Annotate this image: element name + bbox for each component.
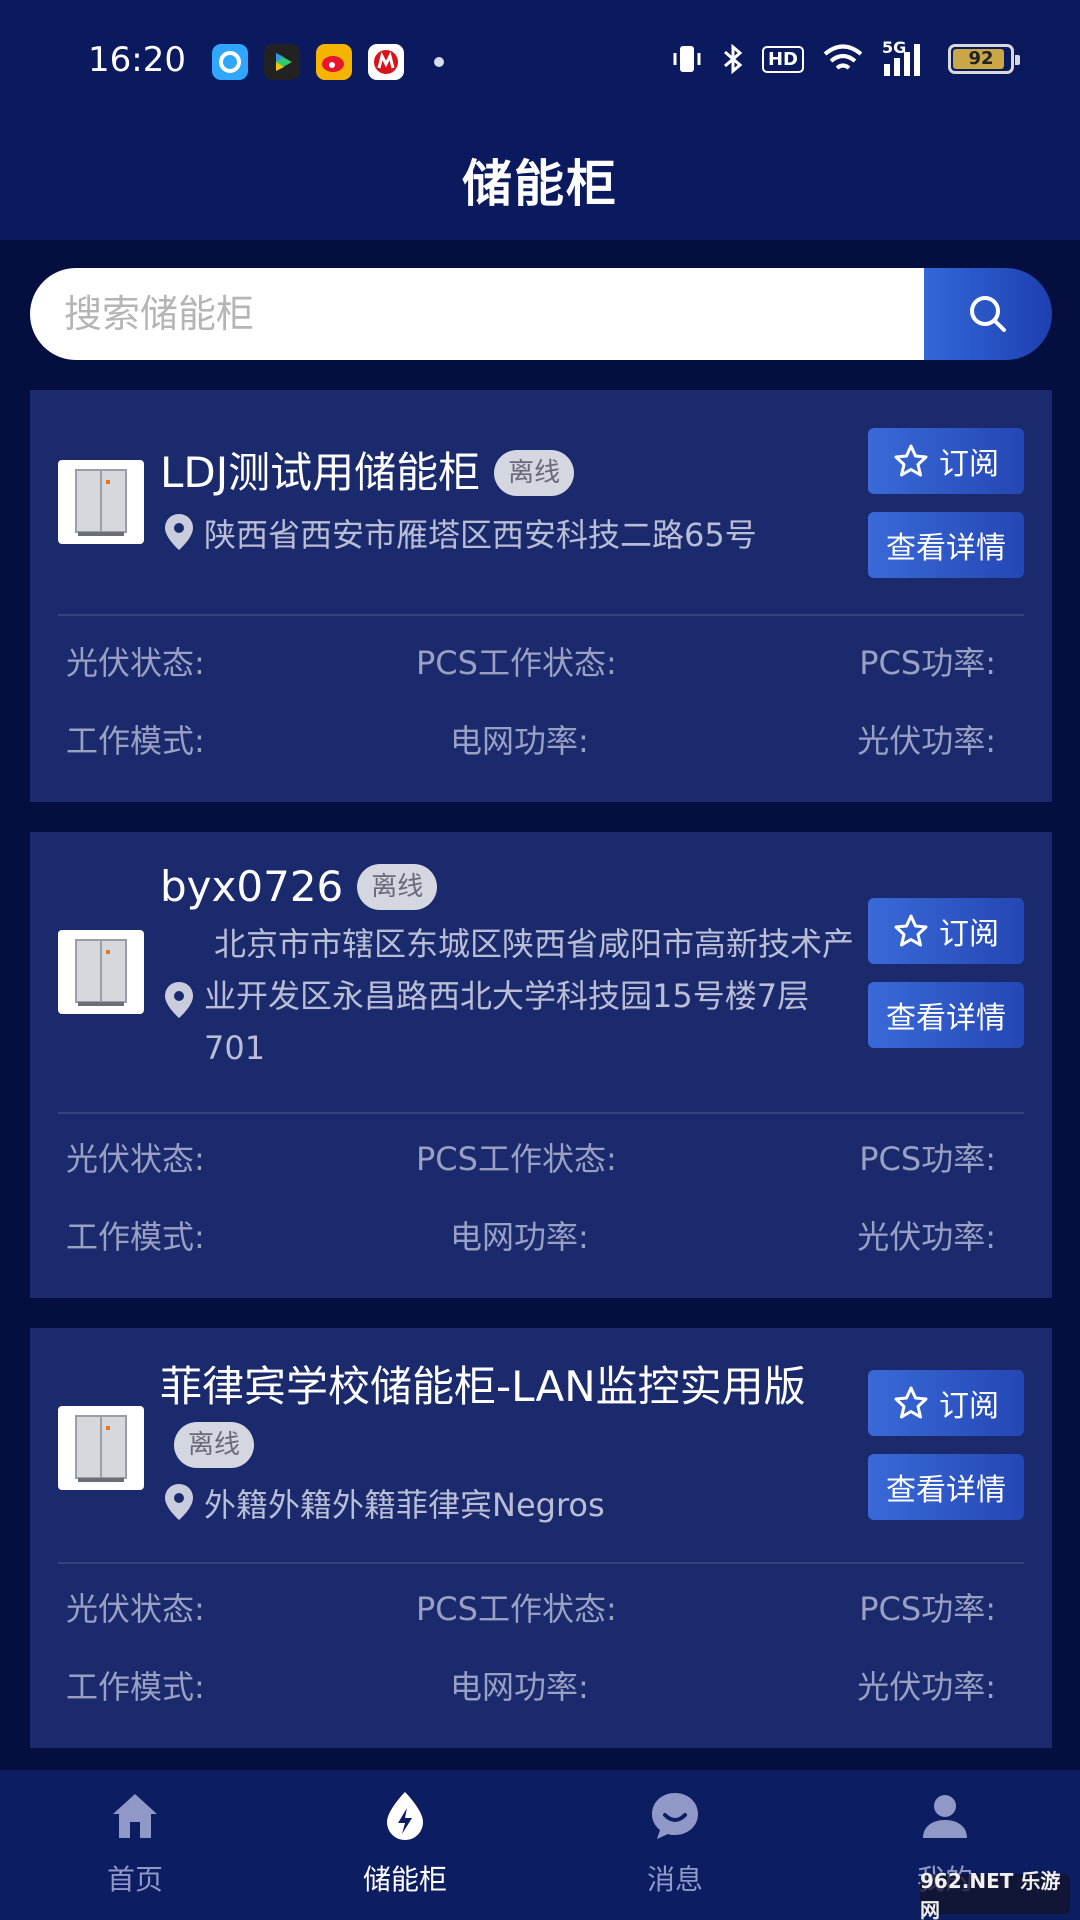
location-pin-icon <box>165 1484 193 1520</box>
cabinet-address: 陕西省西安市雁塔区西安科技二路65号 <box>204 516 757 554</box>
address-row: 北京市市辖区东城区陕西省咸阳市高新技术产业开发区永昌路西北大学科技园15号楼7层… <box>162 918 854 1074</box>
pcs-power-label: PCS功率: <box>859 644 996 682</box>
star-icon <box>894 444 928 477</box>
cabinet-name: byx0726 <box>160 862 344 911</box>
work-mode-label: 工作模式: <box>66 722 205 760</box>
cabinet-name: LDJ测试用储能柜 <box>160 448 481 497</box>
pv-power-label: 光伏功率: <box>857 1218 996 1256</box>
cabinet-name-row: LDJ测试用储能柜 离线 <box>160 444 840 502</box>
wifi-icon <box>823 44 863 70</box>
status-badge: 离线 <box>494 449 575 496</box>
star-icon <box>894 1386 928 1419</box>
cabinet-name-row: 菲律宾学校储能柜-LAN监控实用版离线 <box>160 1358 840 1474</box>
cabinet-image-icon <box>75 1415 127 1482</box>
subscribe-button[interactable]: 订阅 <box>868 1370 1024 1436</box>
cellular-signal-icon: 5G <box>882 38 930 76</box>
card-divider <box>58 1562 1024 1564</box>
bank-icon <box>368 44 404 80</box>
nav-item-energy-cabinet[interactable]: 储能柜 <box>270 1770 540 1920</box>
address-row: 陕西省西安市雁塔区西安科技二路65号 <box>162 512 844 558</box>
pv-power-label: 光伏功率: <box>857 722 996 760</box>
home-icon <box>113 1794 157 1838</box>
more-notifications-dot <box>434 57 444 67</box>
subscribe-label: 订阅 <box>939 1389 999 1424</box>
view-details-label: 查看详情 <box>886 1001 1006 1036</box>
grid-power-label: 电网功率: <box>450 1218 589 1256</box>
work-mode-label: 工作模式: <box>66 1668 205 1706</box>
view-details-button[interactable]: 查看详情 <box>868 512 1024 578</box>
location-pin-icon <box>165 514 193 550</box>
weibo-icon <box>316 44 352 80</box>
work-mode-label: 工作模式: <box>66 1218 205 1256</box>
cabinet-card[interactable]: 菲律宾学校储能柜-LAN监控实用版离线 外籍外籍外籍菲律宾Negros 订阅 查… <box>30 1328 1052 1748</box>
page-title: 储能柜 <box>462 155 618 213</box>
grid-power-label: 电网功率: <box>450 722 589 760</box>
pcs-power-label: PCS功率: <box>859 1590 996 1628</box>
pv-status-label: 光伏状态: <box>66 1590 205 1628</box>
view-details-button[interactable]: 查看详情 <box>868 982 1024 1048</box>
hd-icon: HD <box>761 45 804 73</box>
subscribe-label: 订阅 <box>939 447 999 482</box>
video-icon <box>264 44 300 80</box>
pv-status-label: 光伏状态: <box>66 1140 205 1178</box>
address-row: 外籍外籍外籍菲律宾Negros <box>162 1482 844 1528</box>
cabinet-address: 北京市市辖区东城区陕西省咸阳市高新技术产业开发区永昌路西北大学科技园15号楼7层… <box>204 925 855 1067</box>
search-input[interactable] <box>30 268 924 360</box>
cabinet-name-row: byx0726 离线 <box>160 858 840 916</box>
battery-level: 92 <box>968 48 994 69</box>
nav-label: 储能柜 <box>362 1863 447 1896</box>
bluetooth-icon <box>724 43 743 75</box>
grid-power-label: 电网功率: <box>450 1668 589 1706</box>
view-details-button[interactable]: 查看详情 <box>868 1454 1024 1520</box>
vibrate-icon <box>673 46 701 72</box>
pv-power-label: 光伏功率: <box>857 1668 996 1706</box>
status-badge: 离线 <box>174 1421 255 1468</box>
pv-status-label: 光伏状态: <box>66 644 205 682</box>
search-icon <box>970 296 1006 332</box>
location-pin-icon <box>165 982 193 1018</box>
watermark: 962.NET 乐游网 <box>920 1869 1070 1920</box>
card-divider <box>58 1112 1024 1114</box>
cabinet-thumbnail <box>58 1406 144 1490</box>
card-divider <box>58 614 1024 616</box>
nav-label: 消息 <box>646 1863 703 1896</box>
star-icon <box>894 914 928 947</box>
nav-label: 首页 <box>106 1863 163 1896</box>
pcs-status-label: PCS工作状态: <box>416 1140 617 1178</box>
status-badge: 离线 <box>357 863 438 910</box>
cabinet-thumbnail <box>58 930 144 1014</box>
cabinet-image-icon <box>75 939 127 1006</box>
pcs-power-label: PCS功率: <box>859 1140 996 1178</box>
cabinet-name: 菲律宾学校储能柜-LAN监控实用版 <box>160 1362 806 1411</box>
cabinet-card[interactable]: byx0726 离线 北京市市辖区东城区陕西省咸阳市高新技术产业开发区永昌路西北大… <box>30 832 1052 1298</box>
pcs-status-label: PCS工作状态: <box>416 644 617 682</box>
search-button[interactable] <box>924 268 1052 360</box>
status-bar: 16:20 HD 5G 92 <box>0 0 1080 120</box>
battery-icon: 92 <box>948 44 1020 74</box>
nav-item-home[interactable]: 首页 <box>0 1770 270 1920</box>
message-icon <box>652 1793 698 1839</box>
subscribe-label: 订阅 <box>939 917 999 952</box>
profile-icon <box>923 1795 967 1838</box>
system-icons: HD 5G 92 <box>670 38 1020 76</box>
nav-item-messages[interactable]: 消息 <box>540 1770 810 1920</box>
cabinet-address: 外籍外籍外籍菲律宾Negros <box>204 1486 605 1524</box>
bottom-nav: 首页 储能柜 消息 我的 <box>0 1770 1080 1920</box>
status-time: 16:20 <box>88 40 186 80</box>
subscribe-button[interactable]: 订阅 <box>868 428 1024 494</box>
network-type-label: 5G <box>882 38 907 57</box>
search-bar <box>30 268 1052 360</box>
app-header: 储能柜 <box>0 120 1080 240</box>
notification-app-icons <box>212 44 444 80</box>
qq-browser-icon <box>212 44 248 80</box>
cabinet-image-icon <box>75 469 127 536</box>
view-details-label: 查看详情 <box>886 531 1006 566</box>
cabinet-card[interactable]: LDJ测试用储能柜 离线 陕西省西安市雁塔区西安科技二路65号 订阅 查看详情 光… <box>30 390 1052 802</box>
cabinet-thumbnail <box>58 460 144 544</box>
energy-icon <box>387 1792 423 1840</box>
pcs-status-label: PCS工作状态: <box>416 1590 617 1628</box>
view-details-label: 查看详情 <box>886 1473 1006 1508</box>
subscribe-button[interactable]: 订阅 <box>868 898 1024 964</box>
